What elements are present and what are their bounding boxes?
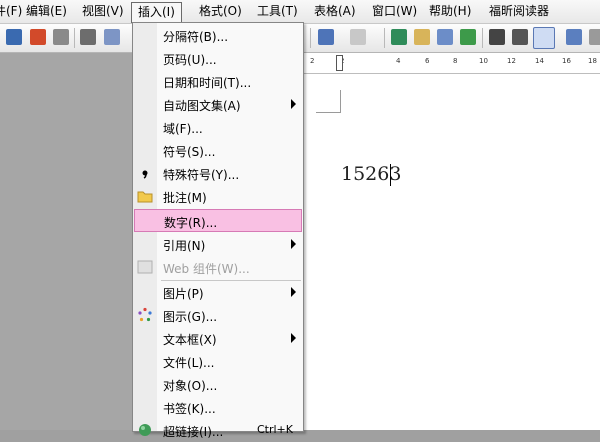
ruler-tick: 6	[425, 57, 430, 65]
show-hide-icon[interactable]	[566, 29, 582, 45]
menu-bar: 件(F) 编辑(E) 视图(V) 插入(I) 格式(O) 工具(T) 表格(A)…	[0, 0, 600, 24]
menu-item-text-box[interactable]: 文本框(X)	[133, 327, 303, 350]
insert-excel-icon[interactable]	[460, 29, 476, 45]
menu-item-symbol[interactable]: 符号(S)...	[133, 139, 303, 162]
ruler-tick: 18	[588, 57, 597, 65]
menu-item-field[interactable]: 域(F)...	[133, 116, 303, 139]
toolbar-separator	[482, 28, 483, 48]
menu-item-label: 文件(L)...	[163, 356, 215, 370]
menu-item-label: 对象(O)...	[163, 379, 218, 393]
toolbar-separator	[384, 28, 385, 48]
diagram-icon	[137, 307, 153, 323]
print-preview-icon[interactable]	[104, 29, 120, 45]
insert-menu: 分隔符(B)... 页码(U)... 日期和时间(T)... 自动图文集(A) …	[132, 22, 304, 439]
menu-item-label: 日期和时间(T)...	[163, 76, 252, 90]
email-icon[interactable]	[53, 29, 69, 45]
toolbar-separator	[74, 28, 75, 48]
ruler-tick: 8	[453, 57, 458, 65]
page-margin-corner	[316, 90, 341, 113]
menu-view[interactable]: 视图(V)	[76, 2, 130, 20]
ruler-tick: 12	[507, 57, 516, 65]
text-cursor	[390, 164, 391, 186]
menu-edit[interactable]: 编辑(E)	[20, 2, 73, 20]
menu-item-label: 书签(K)...	[163, 402, 216, 416]
insert-table-icon[interactable]	[437, 29, 453, 45]
document-text[interactable]: 15263	[341, 163, 401, 185]
toolbar-separator	[310, 28, 311, 48]
menu-item-label: 引用(N)	[163, 239, 206, 253]
comment-folder-icon	[137, 188, 153, 204]
baidu-jingyan-watermark: Bai 经验 jingyan.baidu.com	[455, 360, 585, 415]
menu-item-label: 页码(U)...	[163, 53, 217, 67]
menu-item-date-time[interactable]: 日期和时间(T)...	[133, 70, 303, 93]
menu-item-label: 图示(G)...	[163, 310, 218, 324]
menu-item-hyperlink[interactable]: 超链接(I)... Ctrl+K	[133, 419, 303, 442]
menu-window[interactable]: 窗口(W)	[366, 2, 423, 20]
menu-item-label: Web 组件(W)...	[163, 262, 250, 276]
drawing-icon[interactable]	[512, 29, 528, 45]
redo-icon[interactable]	[350, 29, 366, 45]
ruler-tick: 16	[562, 57, 571, 65]
menu-item-bookmark[interactable]: 书签(K)...	[133, 396, 303, 419]
menu-item-reference[interactable]: 引用(N)	[133, 233, 303, 256]
submenu-arrow-icon	[291, 99, 296, 109]
menu-foxit-reader[interactable]: 福昕阅读器	[483, 2, 555, 20]
columns-icon[interactable]	[489, 29, 505, 45]
menu-item-label: 文本框(X)	[163, 333, 217, 347]
special-symbol-icon	[137, 165, 153, 181]
submenu-arrow-icon	[291, 333, 296, 343]
menu-item-label: 图片(P)	[163, 287, 204, 301]
web-component-icon	[137, 259, 153, 275]
menu-item-picture[interactable]: 图片(P)	[133, 281, 303, 304]
menu-item-label: 数字(R)...	[164, 216, 218, 230]
menu-table[interactable]: 表格(A)	[308, 2, 362, 20]
watermark-brand: Bai 经验	[455, 368, 585, 403]
menu-item-number[interactable]: 数字(R)...	[134, 209, 302, 232]
save-icon[interactable]	[6, 29, 22, 45]
menu-item-diagram[interactable]: 图示(G)...	[133, 304, 303, 327]
submenu-arrow-icon	[291, 239, 296, 249]
ruler-tick: 14	[535, 57, 544, 65]
menu-item-file[interactable]: 文件(L)...	[133, 350, 303, 373]
document-map-icon[interactable]	[533, 27, 555, 49]
permission-icon[interactable]	[30, 29, 46, 45]
ruler-tick: 2	[310, 57, 315, 65]
menu-item-object[interactable]: 对象(O)...	[133, 373, 303, 396]
menu-item-web-component: Web 组件(W)...	[133, 256, 303, 279]
watermark-url: jingyan.baidu.com	[465, 404, 558, 415]
menu-item-label: 域(F)...	[163, 122, 203, 136]
print-icon[interactable]	[80, 29, 96, 45]
menu-item-label: 批注(M)	[163, 191, 207, 205]
menu-item-page-numbers[interactable]: 页码(U)...	[133, 47, 303, 70]
menu-format[interactable]: 格式(O)	[193, 2, 248, 20]
menu-item-label: 分隔符(B)...	[163, 30, 229, 44]
menu-item-comment[interactable]: 批注(M)	[133, 185, 303, 208]
menu-insert[interactable]: 插入(I)	[131, 2, 182, 23]
menu-item-special-symbol[interactable]: 特殊符号(Y)...	[133, 162, 303, 185]
globe-icon	[137, 422, 153, 438]
menu-help[interactable]: 帮助(H)	[423, 2, 477, 20]
menu-tools[interactable]: 工具(T)	[251, 2, 304, 20]
ruler-tick: 4	[396, 57, 401, 65]
indent-marker-icon[interactable]	[336, 55, 343, 71]
menu-item-autotext[interactable]: 自动图文集(A)	[133, 93, 303, 116]
submenu-arrow-icon	[291, 287, 296, 297]
hyperlink-icon[interactable]	[391, 29, 407, 45]
menu-item-break[interactable]: 分隔符(B)...	[133, 24, 303, 47]
zoom-icon[interactable]	[589, 29, 600, 45]
menu-item-label: 超链接(I)...	[163, 425, 224, 439]
menu-item-label: 符号(S)...	[163, 145, 216, 159]
tables-borders-icon[interactable]	[414, 29, 430, 45]
menu-item-label: 特殊符号(Y)...	[163, 168, 240, 182]
menu-item-label: 自动图文集(A)	[163, 99, 241, 113]
ruler-tick: 10	[479, 57, 488, 65]
horizontal-ruler[interactable]: 2 2 4 6 8 10 12 14 16 18	[300, 53, 600, 74]
undo-icon[interactable]	[318, 29, 334, 45]
